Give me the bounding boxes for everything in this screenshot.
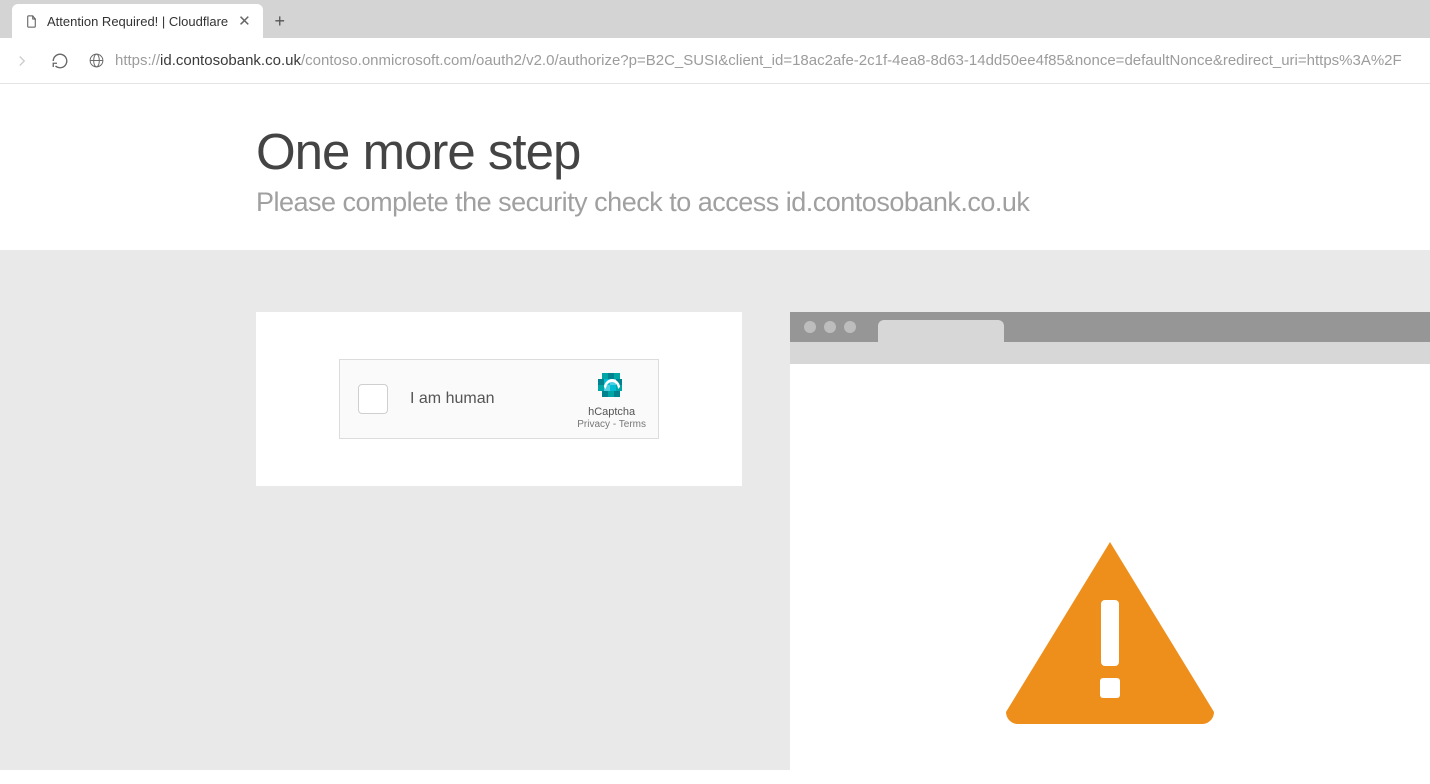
forward-button — [6, 45, 38, 77]
hcaptcha-logo-icon — [594, 369, 630, 405]
url-text: https://id.contosobank.co.uk/contoso.onm… — [115, 52, 1402, 69]
tab-title: Attention Required! | Cloudflare — [47, 14, 228, 29]
window-dot-icon — [804, 321, 816, 333]
browser-illustration — [790, 312, 1430, 770]
window-dot-icon — [824, 321, 836, 333]
browser-toolbar: https://id.contosobank.co.uk/contoso.onm… — [0, 38, 1430, 84]
browser-tab-strip: Attention Required! | Cloudflare ✕ + — [0, 0, 1430, 38]
close-tab-icon[interactable]: ✕ — [236, 12, 253, 31]
hcaptcha-terms-link[interactable]: Terms — [619, 419, 646, 430]
captcha-card: I am human — [256, 312, 742, 486]
illustration-urlbar — [790, 342, 1430, 364]
illustration-tab — [878, 320, 1004, 342]
hcaptcha-label: I am human — [410, 390, 577, 408]
refresh-button[interactable] — [44, 45, 76, 77]
hcaptcha-brand-name: hCaptcha — [588, 406, 635, 418]
window-dot-icon — [844, 321, 856, 333]
new-tab-button[interactable]: + — [263, 4, 297, 38]
hcaptcha-checkbox[interactable] — [358, 384, 388, 414]
illustration-body — [790, 364, 1430, 784]
warning-triangle-icon — [1000, 534, 1220, 724]
page-title: One more step — [256, 122, 1430, 181]
page-header: One more step Please complete the securi… — [0, 84, 1430, 250]
page-body: I am human — [0, 250, 1430, 770]
address-bar[interactable]: https://id.contosobank.co.uk/contoso.onm… — [82, 52, 1424, 69]
hcaptcha-widget: I am human — [339, 359, 659, 439]
illustration-titlebar — [790, 312, 1430, 342]
hcaptcha-brand: hCaptcha Privacy - Terms — [577, 369, 646, 430]
site-info-icon[interactable] — [88, 52, 105, 69]
page-subtitle: Please complete the security check to ac… — [256, 187, 1430, 218]
hcaptcha-legal: Privacy - Terms — [577, 419, 646, 430]
browser-tab[interactable]: Attention Required! | Cloudflare ✕ — [12, 4, 263, 38]
hcaptcha-privacy-link[interactable]: Privacy — [577, 419, 610, 430]
page-favicon-icon — [24, 14, 39, 29]
